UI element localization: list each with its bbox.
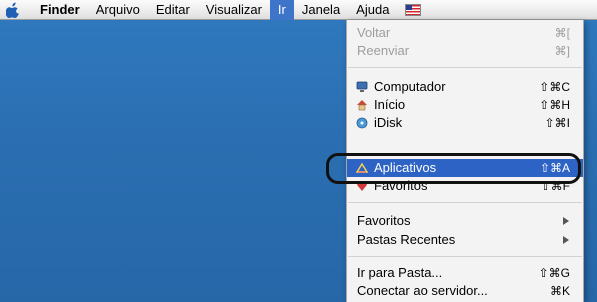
menu-separator — [348, 67, 582, 68]
shortcut-label: ⇧⌘G — [538, 266, 570, 280]
menu-ir[interactable]: Ir — [269, 0, 294, 20]
menu-finder[interactable]: Finder — [32, 0, 88, 20]
menu-editar[interactable]: Editar — [148, 0, 198, 20]
menu-visualizar[interactable]: Visualizar — [198, 0, 270, 20]
shortcut-label: ⇧⌘C — [539, 80, 570, 94]
menu-item-reenviar[interactable]: Reenviar ⌘] — [347, 42, 583, 60]
menu-separator — [348, 202, 582, 203]
apple-icon[interactable] — [6, 2, 20, 18]
applications-icon — [356, 162, 368, 173]
menu-item-label: Computador — [374, 79, 446, 94]
home-icon — [357, 100, 367, 111]
menu-separator — [348, 256, 582, 257]
computer-icon — [356, 81, 368, 92]
menu-item-label: Aplicativos — [374, 160, 437, 175]
shortcut-label: ⌘[ — [554, 26, 570, 40]
menu-item-ir-para-pasta[interactable]: Ir para Pasta... ⇧⌘G — [347, 264, 583, 282]
menu-item-inicio[interactable]: Início ⇧⌘H — [347, 96, 583, 114]
menu-item-favoritos[interactable]: Favoritos ⇧⌘F — [347, 177, 583, 195]
menu-item-label: Ir para Pasta... — [357, 265, 443, 280]
idisk-icon — [356, 117, 368, 129]
menu-arquivo[interactable]: Arquivo — [88, 0, 148, 20]
menu-item-conectar-ao-servidor[interactable]: Conectar ao servidor... ⌘K — [347, 282, 583, 300]
shortcut-label: ⌘K — [549, 284, 570, 298]
go-menu-dropdown: Voltar ⌘[ Reenviar ⌘] Computador ⇧⌘C Iní… — [346, 20, 584, 302]
menu-janela[interactable]: Janela — [294, 0, 348, 20]
menu-item-computador[interactable]: Computador ⇧⌘C — [347, 78, 583, 96]
menu-item-idisk[interactable]: iDisk ⇧⌘I — [347, 114, 583, 132]
shortcut-label: ⇧⌘H — [539, 98, 570, 112]
menu-item-label: Início — [374, 97, 406, 112]
menu-item-label: Reenviar — [357, 43, 410, 58]
menu-item-label: Pastas Recentes — [357, 232, 456, 247]
menu-item-label: Voltar — [357, 25, 391, 40]
menu-item-favoritos-submenu[interactable]: Favoritos — [347, 212, 583, 230]
shortcut-label: ⇧⌘A — [539, 161, 570, 175]
menu-item-label: Favoritos — [374, 178, 428, 193]
menu-item-voltar[interactable]: Voltar ⌘[ — [347, 24, 583, 42]
menu-item-pastas-recentes[interactable]: Pastas Recentes — [347, 231, 583, 249]
favorites-heart-icon — [357, 181, 367, 191]
menu-item-label: Conectar ao servidor... — [357, 283, 488, 298]
submenu-arrow-icon — [563, 236, 569, 244]
shortcut-label: ⇧⌘I — [544, 116, 570, 130]
menu-item-label: Favoritos — [357, 213, 411, 228]
shortcut-label: ⇧⌘F — [540, 179, 570, 193]
menu-bar: Finder Arquivo Editar Visualizar Ir Jane… — [0, 0, 597, 20]
menu-item-aplicativos[interactable]: Aplicativos ⇧⌘A — [347, 159, 583, 177]
submenu-arrow-icon — [563, 217, 569, 225]
shortcut-label: ⌘] — [554, 44, 570, 58]
menu-ajuda[interactable]: Ajuda — [348, 0, 397, 20]
menu-item-label: iDisk — [374, 115, 403, 130]
us-flag-icon[interactable] — [405, 3, 422, 16]
